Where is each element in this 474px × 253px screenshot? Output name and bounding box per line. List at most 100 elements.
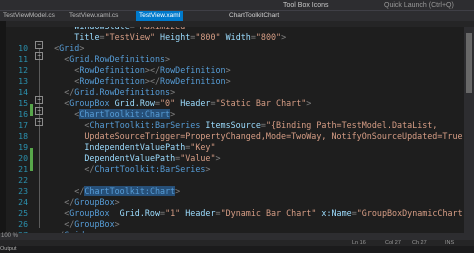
code-token: UpdateSourceTrigger=PropertyChanged,Mode… — [84, 131, 464, 141]
document-tabs: TestViewModel.cs TestView.xaml.cs TestVi… — [0, 11, 474, 21]
line-number: 10 — [18, 43, 28, 53]
code-line: <RowDefinition></RowDefinition> — [74, 76, 230, 87]
code-token: "{Binding Path=TestModel.DataList, — [265, 120, 438, 130]
code-token: > — [225, 76, 231, 86]
line-number: 11 — [18, 54, 28, 64]
code-line: Title="TestView" Height="800" Width="800… — [74, 32, 286, 43]
line-number: 17 — [18, 120, 28, 130]
code-token: > — [306, 98, 312, 108]
line-number — [6, 32, 28, 43]
code-token: ChartToolkit:Chart — [84, 186, 176, 196]
code-token: > — [225, 65, 231, 75]
code-line: </GroupBox> — [64, 197, 119, 208]
code-token: RowDefinition — [160, 76, 226, 86]
code-token: WindowState — [74, 27, 129, 31]
code-token: RowDefinition — [160, 65, 226, 75]
code-line: IndependentValuePath="Key" — [84, 142, 215, 153]
line-number: 24 — [18, 197, 28, 207]
horizontal-scrollbar[interactable] — [0, 233, 474, 240]
code-token: > — [114, 219, 120, 229]
code-line: <ChartToolkit:Chart> — [74, 109, 175, 120]
tab-testview-xaml-cs[interactable]: TestView.xaml.cs — [66, 11, 121, 21]
code-line: <ChartToolkit:BarSeries ItemsSource="{Bi… — [84, 120, 437, 131]
collapse-barseries-icon[interactable]: − — [35, 118, 43, 126]
code-token: Grid.RowDefinitions — [74, 87, 171, 97]
code-token: GroupBox — [69, 208, 110, 218]
scrollbar-thumb[interactable] — [466, 33, 472, 93]
code-token: Height — [160, 32, 191, 42]
code-token: </ — [64, 87, 75, 97]
code-token: "TestView" — [104, 32, 155, 42]
code-token: > — [205, 164, 211, 174]
code-token: IndependentValuePath — [84, 142, 186, 152]
collapse-groupbox-icon[interactable]: − — [35, 96, 43, 104]
code-token: > — [170, 87, 176, 97]
code-line: </ChartToolkit:Chart> — [74, 186, 180, 197]
line-number: 20 — [18, 153, 28, 163]
vertical-scrollbar[interactable] — [464, 27, 474, 233]
line-number: 12 — [18, 65, 28, 75]
line-number: 13 — [18, 76, 28, 86]
code-token: RowDefinition — [79, 76, 145, 86]
line-number: 23 — [18, 186, 28, 196]
code-line: <Grid> — [54, 43, 84, 54]
code-token: > — [170, 109, 176, 119]
fold-guide — [39, 48, 40, 228]
change-marker — [30, 104, 33, 116]
tab-testviewmodel[interactable]: TestViewModel.cs — [0, 11, 58, 21]
code-token: > — [79, 43, 85, 53]
code-token: RowDefinition — [79, 65, 145, 75]
code-token: ChartToolkit:BarSeries — [89, 120, 201, 130]
code-token: GroupBox — [74, 219, 115, 229]
code-token: x:Name — [321, 208, 352, 218]
code-token: > — [165, 54, 171, 64]
code-token: Width — [225, 32, 251, 42]
code-line: DependentValuePath="Value"> — [84, 153, 220, 164]
line-number: 15 — [18, 98, 28, 108]
tab-charttoolkit-chart[interactable]: ChartToolkitChart — [226, 11, 282, 21]
code-token: > — [215, 153, 221, 163]
code-token: "800" — [195, 32, 221, 42]
line-number-gutter: 10111213141516171819202122232425262728 — [6, 27, 28, 251]
code-token: ChartToolkit:Chart — [79, 109, 171, 119]
code-token: GroupBox — [69, 98, 110, 108]
code-token: Grid — [59, 43, 80, 53]
collapse-chart-icon[interactable]: − — [35, 107, 43, 115]
code-token: "Static Bar Chart" — [215, 98, 307, 108]
code-editor[interactable]: WindowState="Maximized"Title="TestView" … — [44, 27, 464, 233]
code-token: ChartToolkit:BarSeries — [94, 164, 206, 174]
code-token: DependentValuePath — [84, 153, 176, 163]
code-token: > — [114, 197, 120, 207]
code-token: > — [281, 32, 287, 42]
code-token: "0" — [160, 98, 176, 108]
code-line: </Grid.RowDefinitions> — [64, 87, 175, 98]
line-number: 14 — [18, 87, 28, 97]
code-token: ItemsSource — [205, 120, 261, 130]
collapse-grid-icon[interactable]: − — [35, 41, 43, 49]
line-number: 18 — [18, 131, 28, 141]
code-token: Title — [74, 32, 100, 42]
code-line: <GroupBox Grid.Row="1" Header="Dynamic B… — [64, 208, 464, 219]
code-token: ></ — [144, 76, 161, 86]
code-token: "Key" — [190, 142, 216, 152]
change-marker — [30, 148, 33, 171]
code-token: </ — [64, 219, 75, 229]
code-token: "Value" — [180, 153, 216, 163]
code-token: </ — [74, 186, 85, 196]
code-line: UpdateSourceTrigger=PropertyChanged,Mode… — [84, 131, 464, 142]
zoom-level[interactable]: 100 % — [1, 233, 18, 240]
code-token: Header — [185, 208, 216, 218]
code-token: Grid.RowDefinitions — [69, 54, 166, 64]
line-number: 25 — [18, 208, 28, 218]
code-token: Grid.Row — [119, 208, 161, 218]
code-line: <RowDefinition></RowDefinition> — [74, 65, 230, 76]
line-number — [6, 21, 28, 32]
code-token: </ — [84, 164, 95, 174]
collapse-rowdefinitions-icon[interactable]: − — [35, 52, 43, 60]
tab-testview-xaml[interactable]: TestView.xaml — [136, 11, 184, 21]
output-panel-tab[interactable]: Output — [0, 246, 474, 253]
code-line: </ChartToolkit:BarSeries> — [84, 164, 210, 175]
code-line: </GroupBox> — [64, 219, 119, 230]
code-token: "800" — [255, 32, 282, 42]
